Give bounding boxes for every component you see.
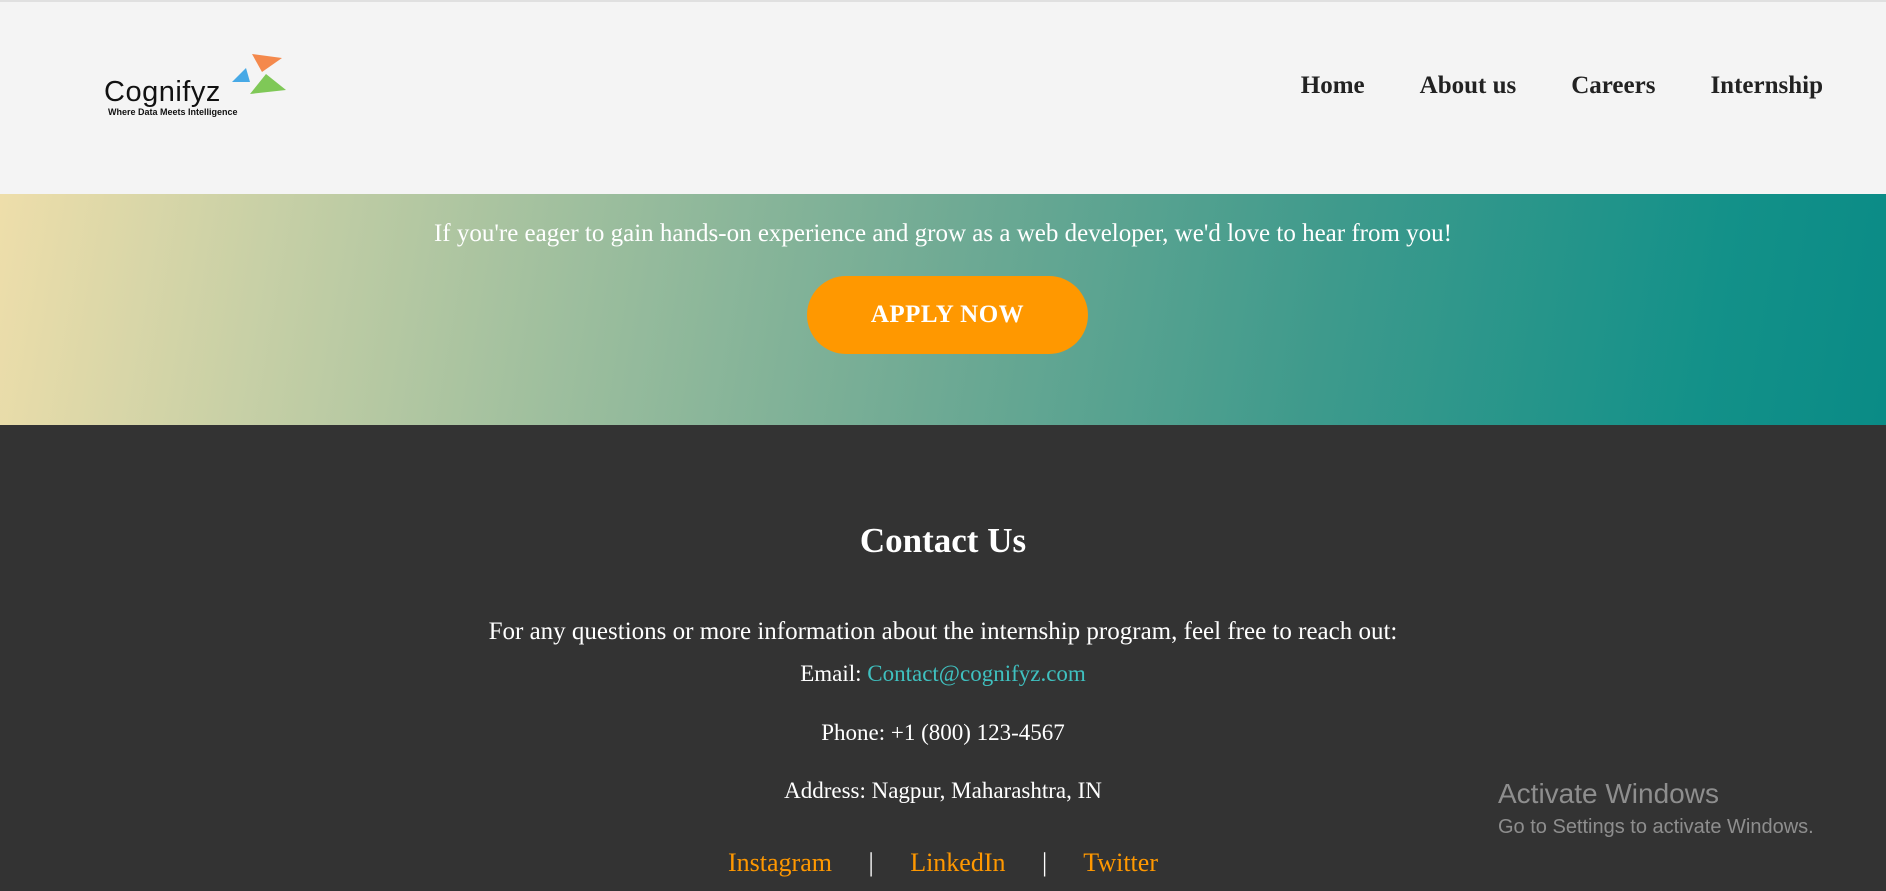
contact-intro: For any questions or more information ab…	[488, 618, 1398, 645]
watermark-subtitle: Go to Settings to activate Windows.	[1498, 816, 1814, 838]
watermark-title: Activate Windows	[1498, 778, 1719, 809]
nav-home[interactable]: Home	[1301, 72, 1365, 100]
linkedin-link[interactable]: LinkedIn	[910, 848, 1005, 877]
apply-now-button[interactable]: APPLY NOW	[807, 276, 1088, 354]
page: Cognifyz Where Data Meets Intelligence H…	[0, 0, 1886, 891]
logo-wordmark: Cognifyz	[104, 76, 221, 108]
contact-heading: Contact Us	[859, 521, 1027, 560]
site-header: Cognifyz Where Data Meets Intelligence H…	[0, 0, 1886, 194]
email-link[interactable]: Contact@cognifyz.com	[867, 661, 1086, 686]
email-label: Email:	[800, 661, 862, 686]
social-separator: |	[1042, 848, 1048, 877]
cognifyz-logo[interactable]: Cognifyz Where Data Meets Intelligence	[102, 50, 292, 124]
contact-email-line: Email: Contact@cognifyz.com	[0, 661, 1886, 687]
logo-tagline: Where Data Meets Intelligence	[108, 107, 238, 117]
apply-banner-text: If you're eager to gain hands-on experie…	[433, 220, 1453, 247]
main-nav: Home About us Careers Internship	[1301, 72, 1823, 100]
social-links: Instagram | LinkedIn | Twitter	[0, 848, 1886, 878]
nav-careers[interactable]: Careers	[1571, 72, 1655, 100]
twitter-link[interactable]: Twitter	[1083, 848, 1158, 877]
social-separator: |	[868, 848, 874, 877]
nav-about-us[interactable]: About us	[1420, 72, 1517, 100]
logo-triangles-icon	[232, 54, 286, 94]
apply-banner: If you're eager to gain hands-on experie…	[0, 194, 1886, 425]
contact-phone: Phone: +1 (800) 123-4567	[821, 720, 1065, 745]
nav-internship[interactable]: Internship	[1710, 72, 1823, 100]
windows-activation-watermark: Activate Windows Go to Settings to activ…	[1498, 778, 1814, 839]
instagram-link[interactable]: Instagram	[728, 848, 832, 877]
